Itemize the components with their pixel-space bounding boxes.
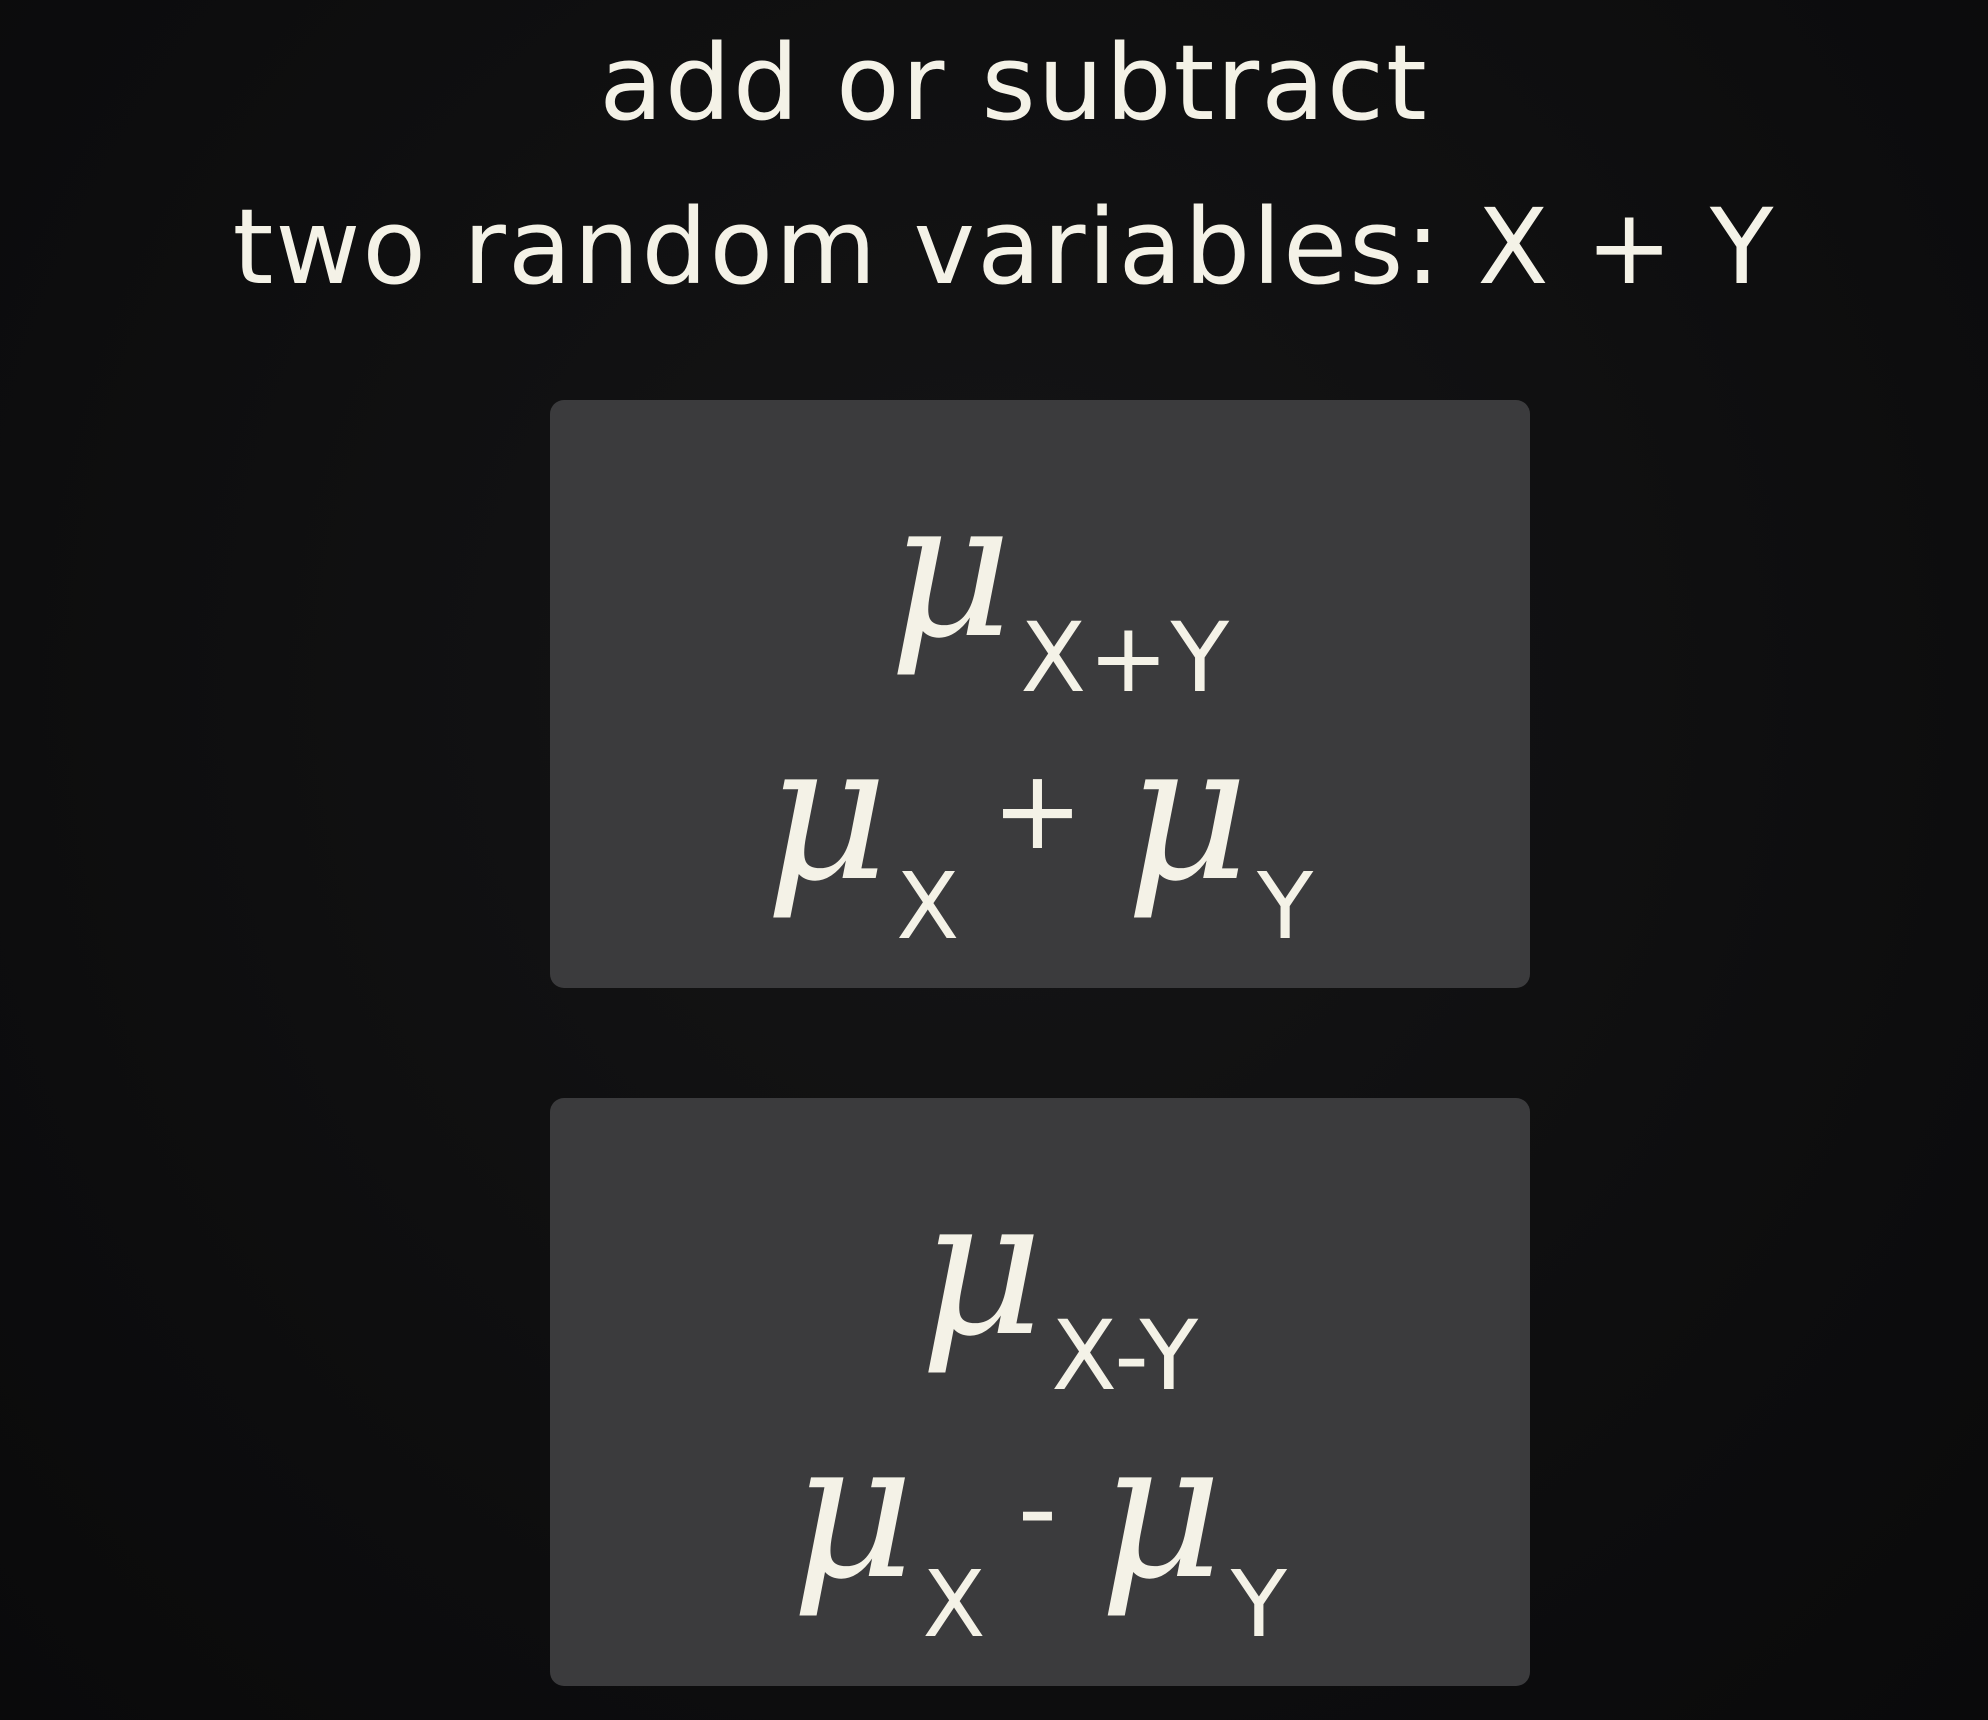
difference-mean-result: μX-μY <box>550 1398 1530 1715</box>
mu-symbol: μ <box>1099 1400 1225 1621</box>
sum-mean-result: μX+ μY <box>550 700 1530 1017</box>
subscript-x: X <box>896 853 962 960</box>
heading-line-1: add or subtract <box>599 22 1429 144</box>
subscript-y: Y <box>1256 853 1316 960</box>
difference-mean-panel: μX-Y μX-μY <box>550 1098 1530 1686</box>
subscript-x: X <box>922 1551 988 1658</box>
mu-symbol: μ <box>888 459 1015 680</box>
mu-symbol: μ <box>791 1400 917 1621</box>
heading-line-2: two random variables: X + Y <box>232 186 1776 308</box>
sum-mean-panel: μX+Y μX+ μY <box>550 400 1530 988</box>
mu-symbol: μ <box>1125 702 1251 923</box>
subscript-y: Y <box>1230 1551 1289 1658</box>
plus-operator: + <box>991 746 1086 874</box>
mu-symbol: μ <box>919 1157 1046 1378</box>
minus-operator: - <box>1017 1444 1060 1572</box>
mu-symbol: μ <box>764 702 891 923</box>
